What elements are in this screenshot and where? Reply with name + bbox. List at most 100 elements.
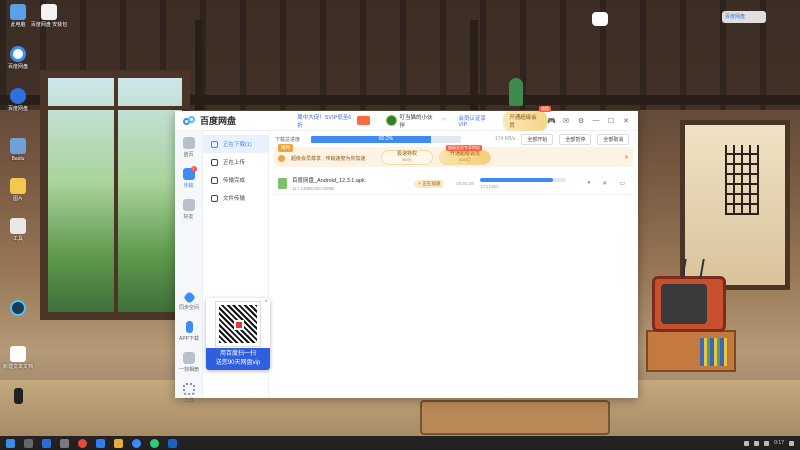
- qr-promo-card[interactable]: × 用百度扫一扫 送您90天网盘vip: [206, 298, 270, 370]
- desktop-icon-baidu-netdisk[interactable]: 百度网盘: [3, 46, 33, 70]
- folder-icon[interactable]: [114, 438, 123, 448]
- vip-auth-link[interactable]: 会员认证享VIP: [458, 114, 493, 128]
- file-transfer-icon: [211, 194, 218, 202]
- desktop-icon-tools[interactable]: 工具: [3, 218, 33, 242]
- crown-icon: [278, 154, 285, 162]
- file-icon: [41, 4, 57, 20]
- desktop-icon-folder[interactable]: 图片: [3, 178, 33, 202]
- word-icon[interactable]: [168, 438, 177, 448]
- maximize-icon[interactable]: ☐: [607, 117, 615, 125]
- game-icon[interactable]: 🎮: [547, 117, 556, 125]
- download-row[interactable]: 百度网盘_Android_12.3.1.apk 117.14MB/300.02M…: [274, 173, 633, 195]
- total-progress-label: 下载总进度: [275, 136, 301, 143]
- rail-item-album[interactable]: 一刻相册: [175, 352, 203, 373]
- download-icon: [211, 140, 218, 148]
- desktop-icon-browser[interactable]: Baidu: [3, 138, 33, 162]
- app-icon: [10, 300, 26, 316]
- total-progress-percent: 80.2%: [378, 135, 394, 142]
- netdisk-floating-widget[interactable]: 百度网盘: [722, 11, 766, 23]
- file-speed: 174 KB/s: [480, 184, 499, 189]
- open-vip-button[interactable]: 开通超级会员 超值: [503, 105, 551, 131]
- desktop-icon-text-document[interactable]: 新建文本文档: [3, 346, 33, 370]
- banner-close-icon[interactable]: ✕: [624, 154, 629, 161]
- desktop-icon-this-pc[interactable]: 此电脑: [3, 4, 33, 28]
- phone-icon: [185, 321, 193, 333]
- speedup-banner: 限时 超级会员尊享 · 传输速度为你加速 极速特权 ¥0/天 超级会员专享特权 …: [274, 144, 633, 167]
- desktop-icon-phone[interactable]: [3, 388, 33, 404]
- edge-icon[interactable]: [96, 438, 105, 448]
- cancel-all-button[interactable]: 全部取消: [597, 133, 630, 145]
- mail-icon[interactable]: ✉: [562, 117, 570, 125]
- rail-item-home[interactable]: 首页: [175, 137, 203, 158]
- rail-item-app-download[interactable]: APP下载: [175, 321, 203, 342]
- browser-icon[interactable]: [78, 438, 87, 448]
- user-profile[interactable]: 叮当猫的小伙伴 ◠: [385, 113, 446, 129]
- upload-icon: [211, 158, 218, 166]
- ceiling-pillar: [470, 20, 478, 110]
- retro-tv: [652, 259, 726, 332]
- promo-gift-icon[interactable]: [356, 116, 370, 125]
- computer-icon: [10, 4, 26, 20]
- check-icon: [211, 176, 218, 184]
- open-vip-label: 开通超级会员: [509, 114, 537, 129]
- minimize-icon[interactable]: —: [592, 117, 600, 124]
- folder-icon[interactable]: ▭: [619, 180, 625, 187]
- garden-window: [40, 70, 190, 320]
- promo-link[interactable]: 周中大促！SVIP低至6折: [297, 113, 354, 129]
- speed-privilege-button[interactable]: 极速特权 ¥0/天: [381, 149, 433, 165]
- search-icon[interactable]: [24, 438, 33, 448]
- tools-icon: [10, 218, 26, 234]
- rail-item-transfer[interactable]: 1 传输: [175, 166, 203, 189]
- avatar[interactable]: [385, 115, 397, 126]
- nav-uploading[interactable]: 正在上传: [203, 153, 268, 171]
- desktop-icon-app[interactable]: [3, 300, 33, 316]
- clock[interactable]: 0:17: [774, 440, 784, 446]
- desktop-icon-baidu[interactable]: 百度网盘: [3, 88, 33, 112]
- qr-close-icon[interactable]: ×: [264, 299, 268, 305]
- left-rail: 首页 1 传输 好友 同步空间 APP下载 一刻相册 工具: [175, 131, 203, 404]
- row-actions: ⏸ ✕ ▭: [587, 180, 625, 187]
- explorer-icon[interactable]: [60, 438, 69, 448]
- rail-item-tools[interactable]: 工具: [175, 383, 203, 404]
- app-brand: 百度网盘: [183, 114, 275, 127]
- transfer-badge: 1: [190, 166, 197, 172]
- wechat-icon[interactable]: [150, 438, 159, 448]
- cat-widget-icon[interactable]: [592, 12, 608, 26]
- close-icon[interactable]: ✕: [622, 117, 630, 125]
- accelerate-badge[interactable]: ⚡ 正在加速: [414, 179, 445, 188]
- start-all-button[interactable]: 全部开始: [521, 133, 554, 145]
- ceiling-pillar: [195, 20, 203, 110]
- baidu-netdisk-icon: [10, 46, 26, 62]
- chevron-up-icon[interactable]: [744, 440, 750, 446]
- friends-icon: [182, 199, 195, 211]
- file-progress-fill: [480, 178, 553, 182]
- desktop-icon-installer[interactable]: 百度网盘 安装包: [31, 4, 67, 28]
- nav-downloading[interactable]: 正在下载(1): [203, 135, 268, 153]
- qr-caption: 用百度扫一扫 送您90天网盘vip: [206, 348, 270, 370]
- notification-icon[interactable]: [789, 440, 794, 446]
- file-progress-bar: [480, 178, 567, 182]
- album-icon: [183, 352, 195, 364]
- super-vip-button[interactable]: 超级会员专享特权 开通超级会员 ¥25/月: [439, 144, 491, 165]
- cancel-icon[interactable]: ✕: [602, 180, 607, 187]
- settings-icon[interactable]: ⚙: [577, 117, 585, 125]
- volume-icon[interactable]: [754, 440, 760, 446]
- tools-icon: [183, 383, 195, 395]
- app-icon[interactable]: [42, 438, 51, 448]
- qr-code: [215, 301, 261, 347]
- start-icon[interactable]: [6, 438, 15, 448]
- window-controls: 🎮 ✉ ⚙ — ☐ ✕: [547, 117, 630, 125]
- network-icon[interactable]: [764, 440, 770, 446]
- pause-icon[interactable]: ⏸: [587, 180, 590, 187]
- rail-item-sync[interactable]: 同步空间: [175, 291, 203, 311]
- pause-all-button[interactable]: 全部暂停: [559, 133, 592, 145]
- banner-tag: 限时: [278, 144, 293, 152]
- rail-item-friends[interactable]: 好友: [175, 199, 203, 220]
- vip-tag: 超值: [539, 105, 551, 112]
- browser-icon: [10, 138, 26, 154]
- baidu-icon: [10, 88, 26, 104]
- baidu-netdisk-icon[interactable]: [132, 438, 141, 448]
- hanging-lamp: [509, 78, 523, 106]
- nav-file-transfer[interactable]: 文件传输: [203, 189, 268, 207]
- nav-completed[interactable]: 传输完成: [203, 171, 268, 189]
